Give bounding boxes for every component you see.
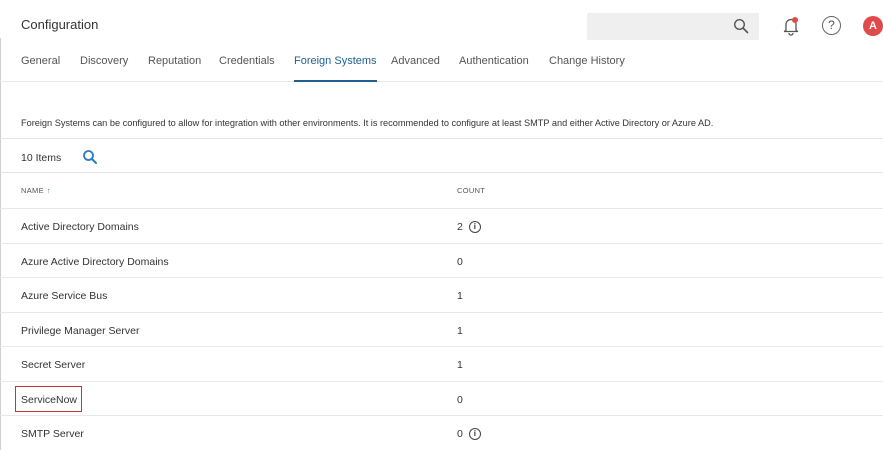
avatar[interactable]: A: [863, 16, 883, 36]
tab-foreign-systems[interactable]: Foreign Systems: [294, 55, 377, 82]
page-description: Foreign Systems can be configured to all…: [21, 118, 714, 128]
row-name[interactable]: Azure Service Bus: [21, 290, 107, 302]
table-row[interactable]: Azure Service Bus 1: [0, 277, 883, 311]
tab-change-history[interactable]: Change History: [549, 55, 625, 82]
table-row[interactable]: Active Directory Domains 2 i: [0, 208, 883, 242]
tab-discovery[interactable]: Discovery: [80, 55, 128, 82]
divider: [0, 172, 883, 173]
table-row[interactable]: Privilege Manager Server 1: [0, 311, 883, 346]
tab-authentication[interactable]: Authentication: [459, 55, 529, 82]
tab-credentials[interactable]: Credentials: [219, 55, 275, 82]
row-count-value: 0: [457, 428, 463, 440]
row-count: 2i: [457, 221, 481, 233]
table-row[interactable]: SMTP Server 0 i: [0, 415, 883, 449]
info-icon[interactable]: i: [468, 221, 481, 233]
row-name[interactable]: Active Directory Domains: [21, 221, 139, 233]
tab-advanced[interactable]: Advanced: [391, 55, 440, 82]
column-header-count[interactable]: COUNT: [457, 186, 485, 195]
table-row[interactable]: Azure Active Directory Domains 0: [0, 242, 883, 277]
sort-asc-icon: ↑: [46, 186, 51, 195]
row-count-value: 1: [457, 290, 463, 302]
row-name[interactable]: Azure Active Directory Domains: [21, 256, 169, 268]
row-count: 1: [457, 359, 463, 371]
row-count: 1: [457, 325, 463, 337]
search-icon[interactable]: [82, 149, 98, 165]
tab-general[interactable]: General: [21, 55, 60, 82]
row-count-value: 1: [457, 324, 463, 337]
page-title: Configuration: [21, 17, 99, 32]
row-count-value: 0: [457, 255, 463, 268]
row-count-value: 0: [457, 393, 463, 406]
row-count: 0i: [457, 428, 481, 440]
row-count: 0: [457, 256, 463, 268]
table-row[interactable]: ServiceNow 0: [0, 380, 883, 415]
header-bar: Configuration ? A: [0, 0, 883, 40]
table-row[interactable]: Secret Server 1: [0, 346, 883, 380]
row-name[interactable]: SMTP Server: [21, 428, 84, 440]
info-icon[interactable]: i: [468, 428, 481, 440]
column-header-name[interactable]: NAME ↑: [21, 186, 51, 195]
bell-icon[interactable]: [782, 16, 800, 36]
column-header-name-label: NAME: [21, 186, 44, 195]
divider: [0, 138, 883, 139]
items-count: 10 Items: [21, 152, 62, 164]
tab-reputation[interactable]: Reputation: [148, 55, 201, 82]
row-count: 1: [457, 290, 463, 302]
row-name[interactable]: Privilege Manager Server: [21, 325, 139, 337]
highlight-box: [15, 386, 82, 412]
row-count: 0: [457, 394, 463, 406]
row-name[interactable]: Secret Server: [21, 359, 85, 371]
row-count-value: 2: [457, 221, 463, 233]
search-icon[interactable]: [733, 18, 749, 34]
global-search-input[interactable]: [587, 13, 759, 40]
tab-bar: General Discovery Reputation Credentials…: [0, 52, 883, 82]
help-icon[interactable]: ?: [822, 16, 841, 35]
row-count-value: 1: [457, 359, 463, 371]
